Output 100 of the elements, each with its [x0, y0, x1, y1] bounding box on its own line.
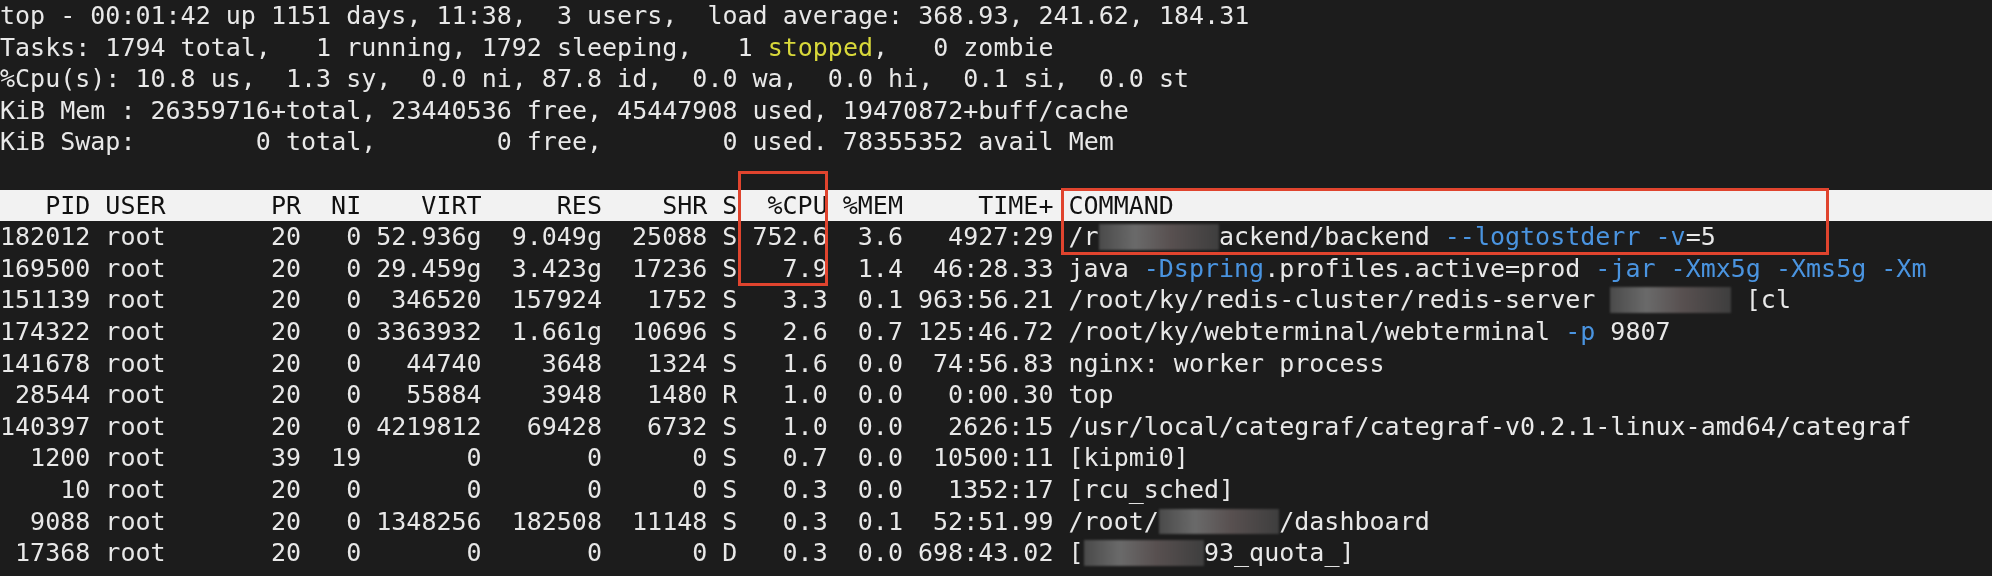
table-cell: 151139	[0, 284, 91, 316]
table-cell-text: 9088	[29, 505, 91, 538]
table-cell: S	[722, 410, 738, 443]
table-cell-text: 0	[465, 442, 482, 474]
table-cell: S	[722, 505, 738, 538]
table-cell-text: 1200	[29, 442, 91, 474]
table-cell-text: 0	[345, 347, 362, 380]
table-cell: 140397	[0, 410, 91, 443]
table-cell-text: 0.7	[781, 442, 828, 474]
table-cell: S	[722, 284, 738, 316]
column-header: VIRT	[420, 189, 482, 222]
table-cell: 52.936g	[376, 221, 482, 253]
table-cell-text: root	[105, 315, 167, 348]
command-text: java	[1068, 252, 1130, 285]
table-cell-text: 3.6	[856, 221, 903, 253]
table-cell-text: 0.0	[856, 410, 903, 443]
table-cell-text: 0	[585, 442, 602, 474]
table-cell: S	[722, 252, 738, 285]
table-cell-text: 17368	[14, 537, 91, 569]
table-cell-text: 20	[269, 379, 301, 411]
table-cell-text: 52:51.99	[932, 505, 1054, 538]
table-cell: S	[722, 315, 738, 348]
command-option-text: -p	[1565, 315, 1596, 348]
column-header: %MEM	[842, 189, 903, 222]
table-cell: 182012	[0, 221, 91, 253]
table-cell-text: root	[105, 410, 167, 443]
table-cell-text: 0.7	[856, 315, 903, 348]
column-header: PID	[44, 189, 91, 222]
table-cell-text: 0	[465, 473, 482, 506]
table-cell: S	[722, 221, 738, 253]
table-cell-text: 0	[585, 473, 602, 506]
table-cell-text: 0.0	[856, 442, 903, 474]
table-cell-text: 4927:29	[947, 221, 1054, 253]
table-cell-text: root	[105, 252, 167, 285]
table-cell: 752.6	[752, 221, 828, 253]
command-option-text: --logtostderr	[1444, 221, 1641, 253]
table-cell-text: 20	[269, 537, 301, 569]
table-cell-text: root	[105, 505, 167, 538]
table-cell-text: 0	[465, 537, 482, 569]
table-cell: R	[722, 379, 738, 411]
table-cell-text: 0	[691, 537, 708, 569]
table-cell-text: 1.6	[781, 347, 828, 380]
table-cell-text: 20	[269, 284, 301, 316]
table-cell-text: 346520	[390, 284, 482, 316]
column-header: USER	[105, 189, 167, 222]
table-cell-text: 6732	[646, 410, 708, 443]
status-highlight: stopped	[767, 31, 873, 64]
table-cell: 4219812	[376, 410, 482, 443]
table-cell-text: 0	[345, 252, 362, 285]
column-header: SHR	[661, 189, 708, 222]
table-cell-text: 20	[269, 505, 301, 538]
command-option-text: -v	[1654, 221, 1686, 253]
table-cell: 169500	[0, 252, 91, 285]
table-cell-text: 0.1	[856, 505, 903, 538]
command-text: .profiles.active=prod	[1264, 252, 1582, 285]
table-cell-text: 0	[691, 473, 708, 506]
table-cell-text: 0	[345, 284, 362, 316]
column-header: RES	[555, 189, 602, 222]
column-header: %CPU	[766, 189, 828, 222]
table-cell-text: 0	[345, 410, 362, 443]
status-text: KiB Swap: 0 total, 0 free, 0 used. 78355352 avail Mem	[0, 126, 1114, 158]
table-cell: 29.459g	[376, 252, 482, 285]
status-text: Tasks: 1794 total, 1 running, 1792 sleeping, 1	[0, 31, 754, 64]
table-cell-text: root	[105, 442, 167, 474]
table-cell-text: 0	[345, 537, 362, 569]
command-text: ackend/backend	[1219, 221, 1431, 253]
table-cell-text: 1.661g	[510, 315, 602, 348]
table-cell-text: 46:28.33	[932, 252, 1054, 285]
table-cell-text: 2626:15	[947, 410, 1054, 443]
column-header: PR	[269, 189, 301, 222]
command-text: /root/	[1068, 505, 1159, 538]
command-text: /root/ky/webterminal/webterminal	[1068, 315, 1552, 348]
table-cell-text: 39	[269, 442, 301, 474]
table-cell-text: 20	[269, 347, 301, 380]
table-cell-text: 1480	[646, 379, 708, 411]
table-cell-text: 0.3	[781, 537, 828, 569]
command-text: [kipmi0]	[1068, 442, 1189, 474]
table-cell-text: 74:56.83	[932, 347, 1054, 380]
table-cell-text: 0.0	[856, 347, 903, 380]
command-text: /dashboard	[1279, 505, 1430, 538]
table-cell-text: 10500:11	[932, 442, 1054, 474]
table-cell-text: root	[105, 347, 167, 380]
column-header: COMMAND	[1068, 189, 1174, 222]
table-cell-text: 0	[345, 379, 362, 411]
command-text: nginx: worker process	[1068, 347, 1385, 380]
command-text: top	[1068, 379, 1114, 411]
table-cell-text: 0.3	[781, 473, 828, 506]
table-cell-text: 20	[269, 473, 301, 506]
table-cell-text: 0.0	[856, 537, 903, 569]
table-cell-text: 3.423g	[510, 252, 602, 285]
table-cell-text: 1.0	[781, 410, 828, 443]
command-option-text: -Dspring	[1143, 252, 1265, 285]
table-cell-text: 0	[691, 442, 708, 474]
table-cell-text: 0	[345, 315, 362, 348]
table-cell: 3363932	[376, 315, 482, 348]
table-cell-text: 1352:17	[947, 473, 1054, 506]
table-cell-text: 10696	[631, 315, 708, 348]
table-cell-text: 157924	[510, 284, 602, 316]
table-cell: S	[722, 347, 738, 380]
table-cell: 963:56.21	[918, 284, 1054, 316]
